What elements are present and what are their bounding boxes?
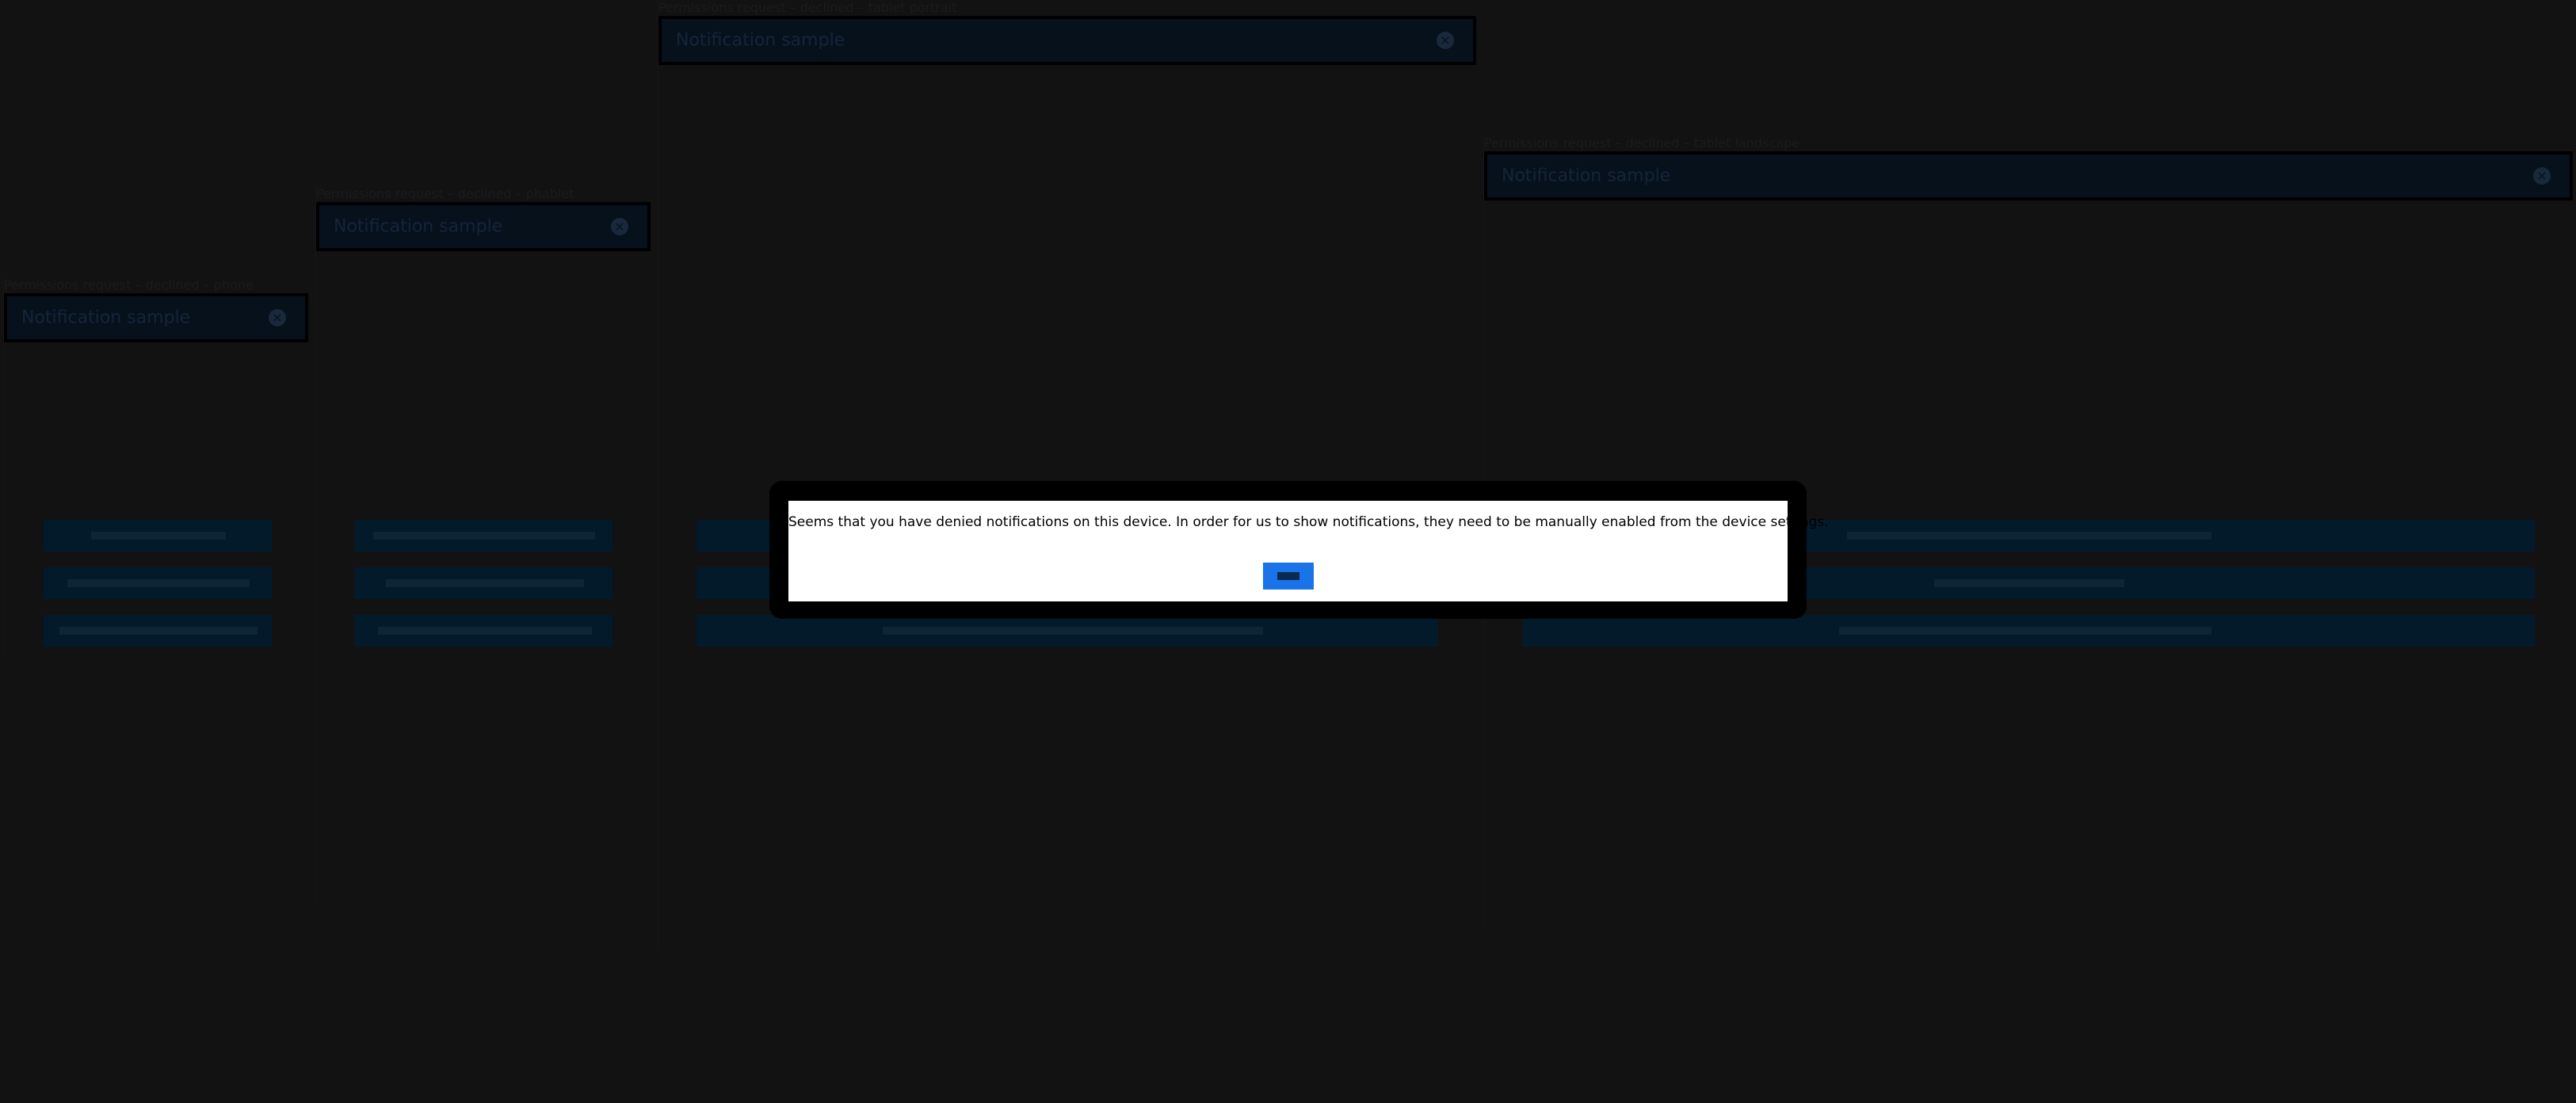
preview-label-phone: Permissions request – declined – phone: [4, 277, 254, 292]
dim-button[interactable]: [44, 615, 272, 647]
preview-phablet: Permissions request – declined – phablet…: [315, 186, 651, 899]
notification-tablet-portrait[interactable]: Notification sample ×: [658, 16, 1476, 65]
preview-phone: Permissions request – declined – phone N…: [3, 277, 309, 658]
preview-label-tablet-landscape: Permissions request – declined – tablet …: [1484, 135, 1800, 151]
dim-button[interactable]: [354, 615, 613, 647]
button-stack-phone: [44, 520, 272, 647]
dialog-ok-button[interactable]: OK: [1263, 563, 1314, 590]
notification-phone[interactable]: Notification sample ×: [4, 293, 308, 342]
page: Permissions request – declined – phone N…: [0, 0, 2576, 1103]
notification-title: Notification sample: [676, 30, 845, 51]
preview-tablet-portrait: Permissions request – declined – tablet …: [658, 0, 1476, 951]
close-icon[interactable]: ×: [1437, 32, 1454, 49]
dim-button[interactable]: [44, 520, 272, 552]
dim-button[interactable]: [354, 567, 613, 599]
dim-button[interactable]: [354, 520, 613, 552]
notification-title: Notification sample: [334, 216, 503, 237]
dim-button[interactable]: [44, 567, 272, 599]
preview-label-tablet-portrait: Permissions request – declined – tablet …: [658, 0, 957, 15]
close-icon[interactable]: ×: [269, 309, 286, 326]
dim-button[interactable]: [1522, 615, 2535, 647]
preview-label-phablet: Permissions request – declined – phablet: [316, 186, 574, 201]
permission-denied-dialog: Seems that you have denied notifications…: [788, 501, 1829, 601]
dialog-ok-label: OK: [1277, 572, 1299, 580]
dialog-message: Seems that you have denied notifications…: [788, 514, 1829, 530]
notification-title: Notification sample: [1502, 166, 1671, 186]
button-stack-phablet: [354, 520, 613, 647]
close-icon[interactable]: ×: [2533, 167, 2551, 185]
close-icon[interactable]: ×: [611, 218, 628, 235]
notification-title: Notification sample: [21, 307, 191, 328]
notification-tablet-landscape[interactable]: Notification sample ×: [1484, 151, 2573, 200]
dim-button[interactable]: [696, 615, 1438, 647]
notification-phablet[interactable]: Notification sample ×: [316, 202, 651, 251]
